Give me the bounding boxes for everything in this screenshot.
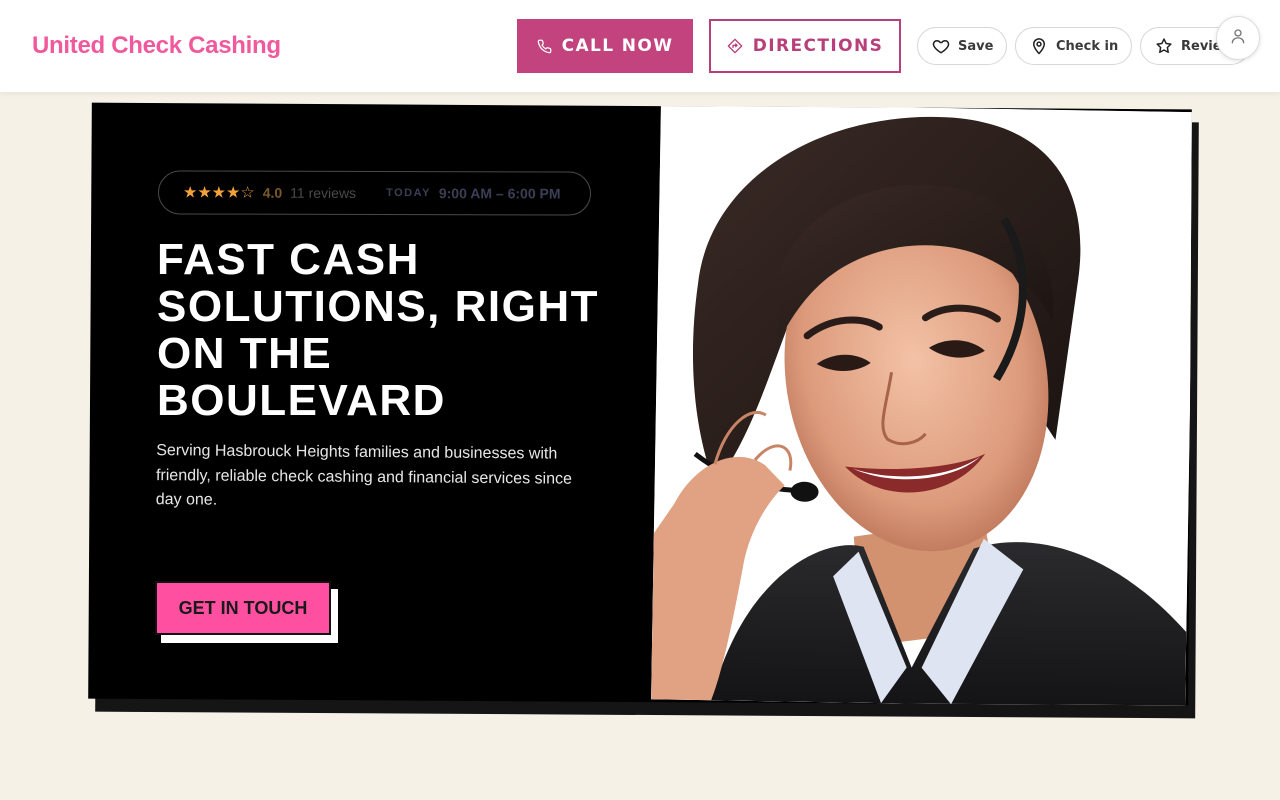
hours-value: 9:00 AM – 6:00 PM (438, 185, 561, 202)
reviews-count-link[interactable]: 11 reviews (290, 185, 356, 201)
account-avatar-button[interactable] (1216, 16, 1260, 60)
get-in-touch-button[interactable]: GET IN TOUCH (155, 581, 331, 635)
user-icon (1229, 27, 1247, 50)
call-now-label: CALL NOW (561, 36, 674, 56)
star-icon (1155, 37, 1173, 55)
brand-logo[interactable]: United Check Cashing (32, 32, 281, 60)
save-button[interactable]: Save (917, 27, 1007, 65)
hero-headline: FAST CASH SOLUTIONS, RIGHT ON THE BOULEV… (157, 235, 599, 425)
site-header: United Check Cashing CALL NOW DIRECTIONS… (0, 0, 1280, 92)
call-now-button[interactable]: CALL NOW (517, 19, 693, 73)
location-pin-icon (1030, 37, 1048, 55)
hero-photo-woman-headset (651, 103, 1192, 706)
rating-stars-icon: ★★★★☆ (182, 184, 255, 202)
directions-icon (727, 38, 743, 54)
save-label: Save (958, 38, 994, 54)
today-label: TODAY (386, 187, 431, 200)
directions-button[interactable]: DIRECTIONS (709, 19, 901, 73)
check-in-label: Check in (1056, 38, 1119, 54)
check-in-button[interactable]: Check in (1015, 27, 1132, 65)
hours-rating-pill: ★★★★☆ 4.0 11 reviews TODAY 9:00 AM – 6:0… (157, 170, 592, 216)
directions-label: DIRECTIONS (752, 36, 884, 56)
heart-icon (932, 37, 950, 55)
rating-value: 4.0 (262, 184, 283, 201)
hero-description: Serving Hasbrouck Heights families and b… (155, 442, 572, 509)
phone-icon (537, 39, 552, 54)
